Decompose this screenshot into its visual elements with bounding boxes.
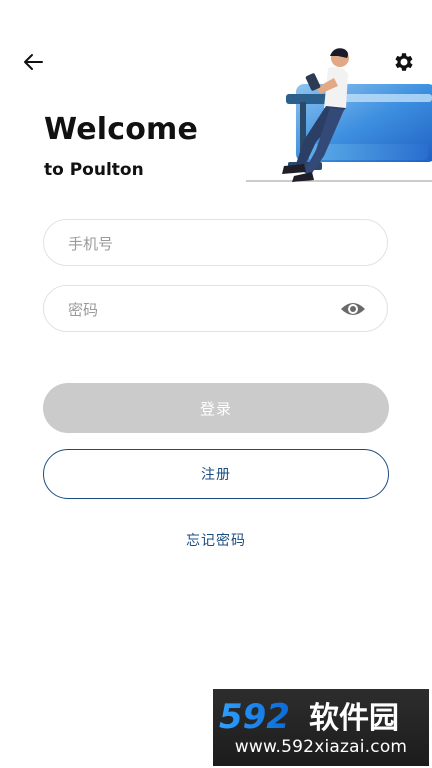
login-screen: Welcome to Poulton 登录 注册 忘记密码 592 软件园 [0, 0, 432, 768]
login-button[interactable]: 登录 [43, 383, 389, 433]
welcome-title: Welcome [44, 112, 199, 147]
forgot-password-link[interactable]: 忘记密码 [0, 530, 432, 550]
watermark-logo: 592 软件园 [219, 697, 399, 735]
svg-text:软件园: 软件园 [309, 701, 399, 735]
register-button[interactable]: 注册 [43, 449, 389, 499]
phone-field [43, 219, 388, 267]
arrow-left-icon [24, 54, 43, 70]
password-visibility-toggle[interactable] [339, 298, 367, 320]
watermark: 592 软件园 www.592xiazai.com [213, 689, 429, 766]
hero-illustration [246, 48, 432, 182]
watermark-url: www.592xiazai.com [234, 737, 408, 757]
welcome-subtitle: to Poulton [44, 160, 144, 180]
phone-input[interactable] [66, 220, 340, 267]
password-field [43, 285, 388, 333]
back-button[interactable] [18, 48, 48, 76]
password-input[interactable] [66, 286, 340, 333]
svg-text:592: 592 [219, 697, 290, 735]
eye-icon [341, 303, 365, 315]
